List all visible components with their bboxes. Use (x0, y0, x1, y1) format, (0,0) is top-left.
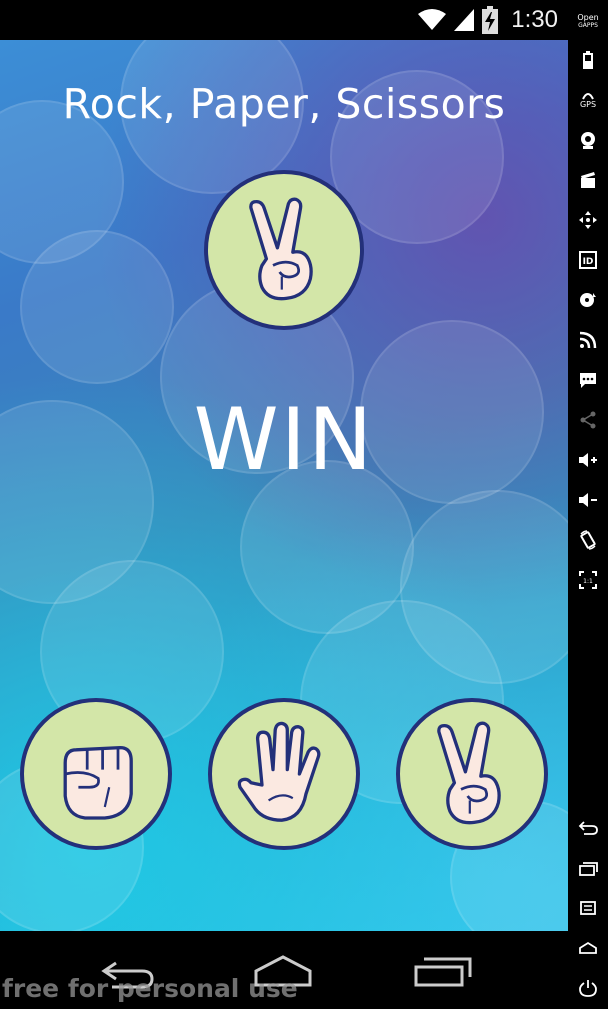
gps-label: GPS (579, 100, 597, 109)
gps-button[interactable]: GPS (568, 84, 608, 116)
back-icon (578, 821, 598, 835)
camera-icon (581, 132, 595, 149)
volume-up-icon (579, 453, 597, 467)
power-button[interactable] (568, 972, 608, 1004)
rock-button[interactable] (20, 698, 172, 850)
game-screen: Rock, Paper, Scissors WIN (0, 40, 568, 931)
dpad-button[interactable] (568, 204, 608, 236)
rotate-icon (580, 530, 596, 550)
emulator-toolbar: Open GAPPS GPS ID 1:1 (568, 0, 608, 1009)
home-icon (579, 941, 597, 954)
rotate-button[interactable] (568, 524, 608, 556)
volume-up-button[interactable] (568, 444, 608, 476)
media-button[interactable] (568, 284, 608, 316)
id-icon: ID (579, 251, 597, 269)
computer-choice-scissors (204, 170, 364, 330)
device-id-button[interactable]: ID (568, 244, 608, 276)
volume-down-icon (579, 493, 597, 507)
battery-button[interactable] (568, 44, 608, 76)
open-gapps-label: Open (577, 13, 599, 22)
fist-icon (63, 745, 133, 820)
sms-icon (580, 373, 596, 388)
recents-icon (414, 957, 472, 987)
open-gapps-sublabel: GAPPS (578, 22, 598, 29)
page-title: Rock, Paper, Scissors (62, 80, 506, 128)
sms-button[interactable] (568, 364, 608, 396)
battery-icon (583, 51, 593, 69)
toolbar-back-button[interactable] (568, 812, 608, 844)
peace-sign-icon (437, 721, 501, 825)
toolbar-recents-button[interactable] (568, 852, 608, 884)
toolbar-home-button[interactable] (568, 932, 608, 964)
network-button[interactable] (568, 324, 608, 356)
clock: 1:30 (511, 6, 558, 33)
scissors-button[interactable] (396, 698, 548, 850)
recents-icon (579, 862, 598, 876)
disc-icon (580, 293, 596, 307)
rss-icon (579, 331, 597, 349)
status-icons: 1:30 (417, 6, 558, 34)
move-icon (579, 211, 597, 229)
pixel-ratio-label: 1:1 (583, 578, 593, 585)
volume-down-button[interactable] (568, 484, 608, 516)
screen-record-button[interactable] (568, 164, 608, 196)
toolbar-menu-button[interactable] (568, 892, 608, 924)
open-gapps-button[interactable]: Open GAPPS (568, 4, 608, 40)
camera-button[interactable] (568, 124, 608, 156)
result-text: WIN (193, 390, 375, 490)
nav-recents-button[interactable] (408, 951, 478, 991)
id-label: ID (583, 257, 594, 267)
menu-icon (580, 901, 596, 915)
clapperboard-icon (581, 172, 595, 188)
fullscreen-icon: 1:1 (579, 571, 597, 589)
status-bar: 1:30 (0, 0, 568, 40)
wifi-icon (418, 9, 447, 30)
paper-button[interactable] (208, 698, 360, 850)
share-icon (580, 411, 596, 429)
peace-sign-icon (249, 197, 313, 301)
signal-icon (454, 9, 475, 31)
bokeh-circle (20, 230, 174, 384)
share-button[interactable] (568, 404, 608, 436)
pixel-perfect-button[interactable]: 1:1 (568, 564, 608, 596)
battery-charging-icon (482, 6, 499, 34)
open-hand-icon (237, 721, 321, 822)
watermark: free for personal use (2, 974, 298, 1003)
power-icon (579, 980, 597, 997)
